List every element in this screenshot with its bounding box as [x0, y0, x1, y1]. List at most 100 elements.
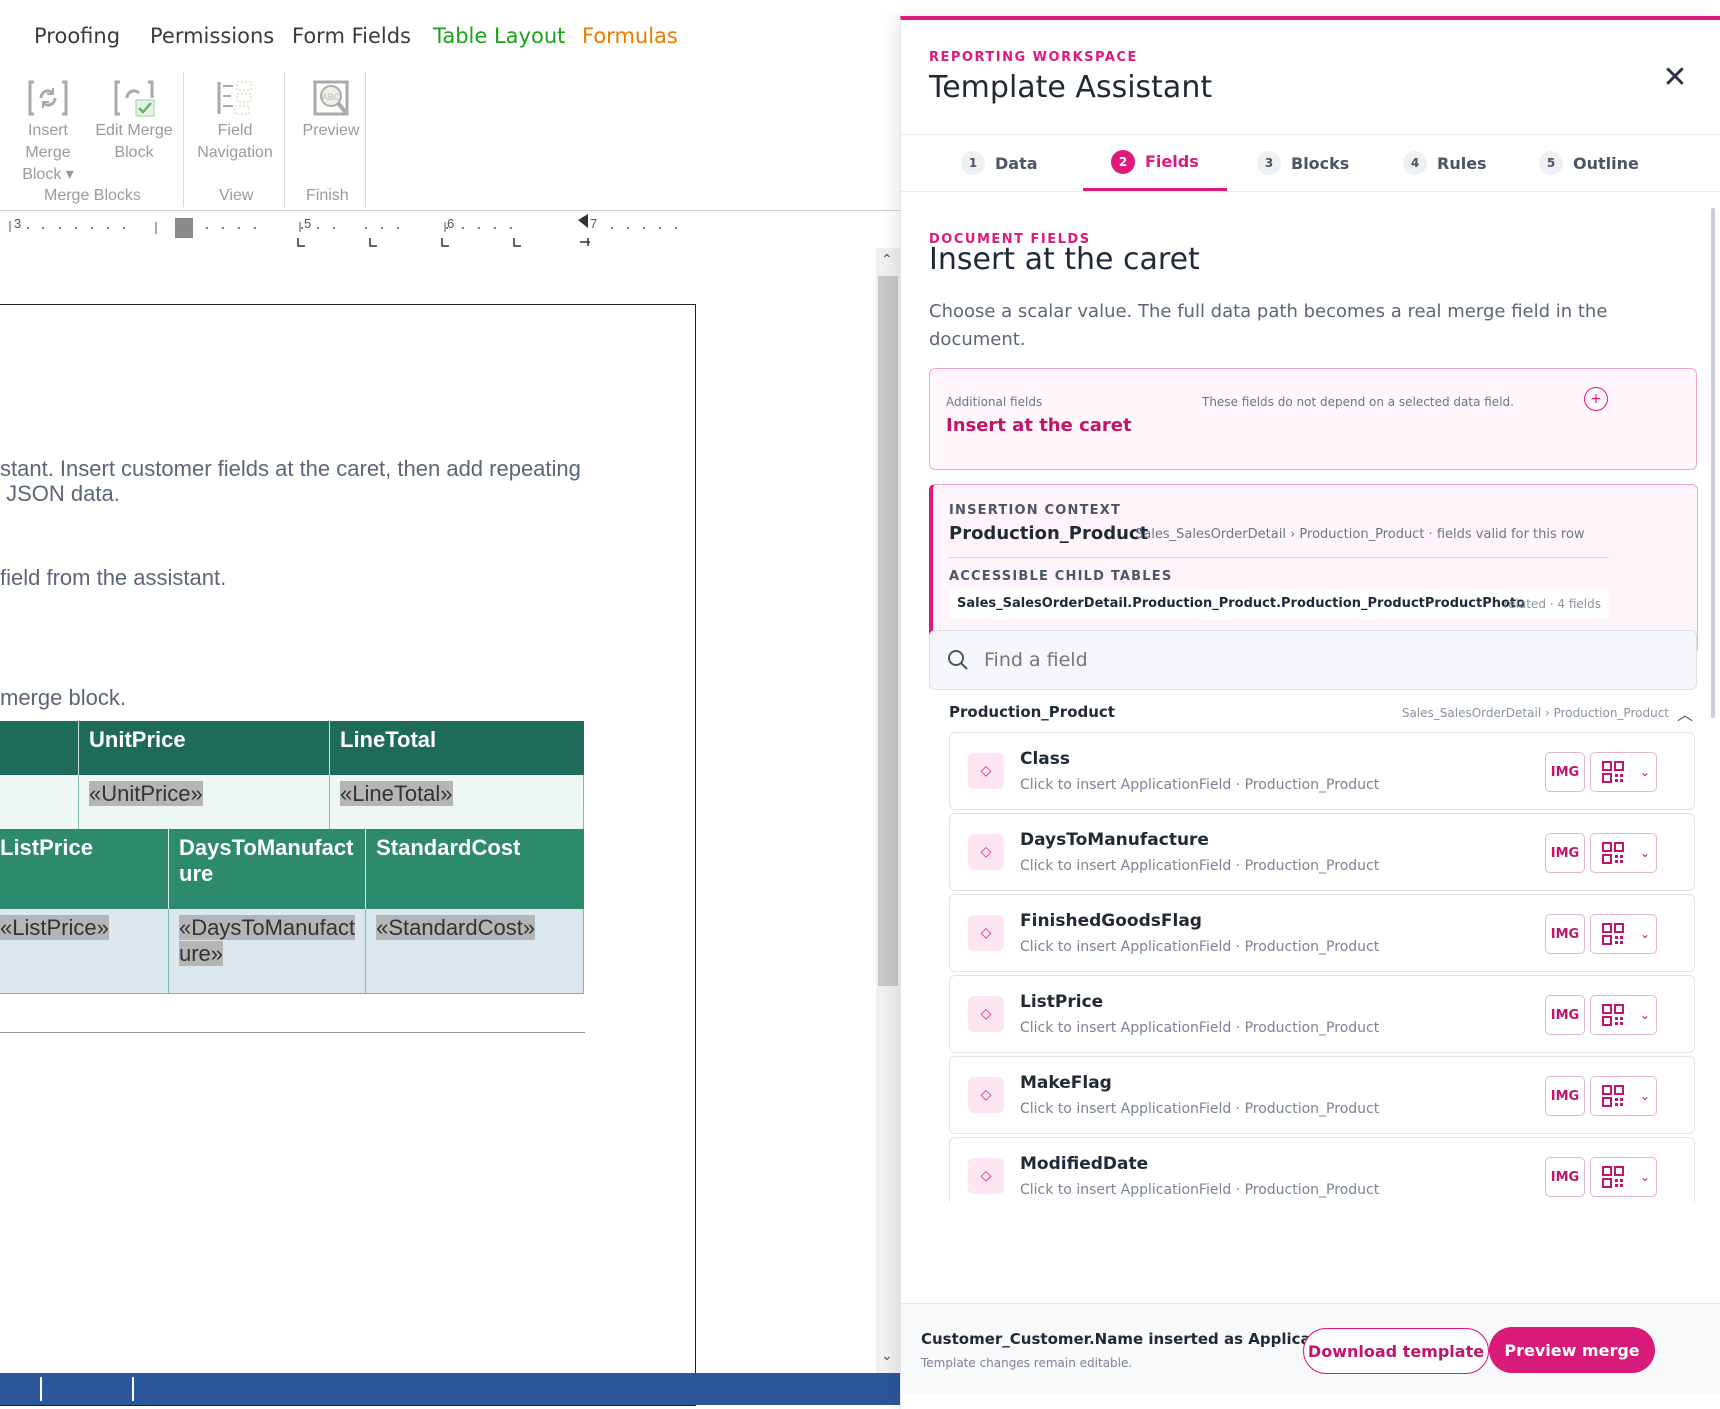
field-search[interactable] [929, 630, 1697, 690]
field-group-path: Sales_SalesOrderDetail › Production_Prod… [1401, 706, 1669, 720]
close-button[interactable]: ✕ [1657, 60, 1693, 96]
download-template-button[interactable]: Download template [1303, 1328, 1489, 1374]
group-merge-blocks: Merge Blocks [44, 187, 141, 204]
group-view: View [219, 187, 254, 204]
scrollbar-thumb[interactable] [878, 276, 898, 986]
insert-image-button[interactable]: IMG [1545, 833, 1585, 873]
insert-image-button[interactable]: IMG [1545, 995, 1585, 1035]
insert-qr-button[interactable] [1590, 995, 1636, 1035]
svg-text:ABC: ABC [322, 92, 341, 102]
field-subtitle: Click to insert ApplicationField · Produ… [1020, 1020, 1380, 1036]
tab-formulas[interactable]: Formulas [582, 24, 678, 48]
merge-field-listprice[interactable]: «ListPrice» [0, 915, 109, 940]
preview-button[interactable]: ABC Preview [296, 78, 366, 142]
merge-table-product[interactable]: ListPrice DaysToManufact ure StandardCos… [0, 829, 584, 994]
field-card-daystomanufacture[interactable]: ◇ DaysToManufacture Click to insert Appl… [949, 813, 1695, 891]
insert-qr-button[interactable] [1590, 833, 1636, 873]
document-scrollbar[interactable]: ⌃ ⌄ [876, 248, 900, 1373]
document-paragraph-3[interactable]: merge block. [0, 685, 126, 710]
chevron-down-icon[interactable]: ⌄ [1634, 914, 1657, 954]
field-navigation-label-2: Navigation [197, 144, 273, 161]
preview-merge-button[interactable]: Preview merge [1489, 1327, 1655, 1373]
merge-table-order-detail[interactable]: UnitPrice LineTotal «UnitPrice» «LineTot… [0, 721, 584, 830]
merge-field-daystomanufacture[interactable]: «DaysToManufact ure» [179, 915, 356, 966]
tab-form-fields[interactable]: Form Fields [292, 24, 411, 48]
insert-at-caret-link[interactable]: Insert at the caret [946, 415, 1132, 436]
step-outline[interactable]: 5 Outline [1539, 135, 1639, 191]
table-cell[interactable]: «DaysToManufact ure» [168, 909, 367, 994]
chevron-down-icon[interactable]: ⌄ [1634, 1076, 1657, 1116]
insert-merge-block-icon [28, 80, 68, 116]
field-card-finishedgoodsflag[interactable]: ◇ FinishedGoodsFlag Click to insert Appl… [949, 894, 1695, 972]
section-title: Insert at the caret [929, 242, 1200, 277]
insert-image-button[interactable]: IMG [1545, 914, 1585, 954]
insert-image-button[interactable]: IMG [1545, 1076, 1585, 1116]
table-cell[interactable]: «ListPrice» [0, 909, 169, 994]
insert-image-button[interactable]: IMG [1545, 752, 1585, 792]
field-card-modifieddate[interactable]: ◇ ModifiedDate Click to insert Applicati… [949, 1137, 1695, 1202]
insert-merge-block-button[interactable]: Insert Merge Block ▾ [4, 78, 92, 186]
ribbon-separator [183, 72, 184, 207]
table-header-cell: DaysToManufact ure [168, 829, 367, 909]
horizontal-ruler[interactable]: 3 5 6 7 [0, 212, 700, 252]
step-blocks[interactable]: 3 Blocks [1257, 135, 1349, 191]
chevron-down-icon[interactable]: ⌄ [1634, 833, 1657, 873]
table-cell[interactable]: «UnitPrice» [78, 775, 330, 830]
scroll-up-icon[interactable]: ⌃ [881, 252, 893, 268]
step-fields[interactable]: 2 Fields [1083, 135, 1227, 191]
merge-field-standardcost[interactable]: «StandardCost» [376, 915, 536, 940]
table-cell[interactable]: «LineTotal» [329, 775, 584, 830]
search-input[interactable] [982, 645, 1666, 675]
qr-code-icon [1602, 1166, 1624, 1188]
tab-proofing[interactable]: Proofing [34, 24, 120, 48]
child-table-row[interactable]: Sales_SalesOrderDetail.Production_Produc… [949, 589, 1609, 619]
group-finish: Finish [306, 187, 349, 204]
field-list: ◇ Class Click to insert ApplicationField… [949, 732, 1695, 1202]
additional-fields-card[interactable]: Additional fields These fields do not de… [929, 368, 1697, 470]
field-group-header[interactable]: Production_Product Sales_SalesOrderDetai… [949, 703, 1695, 727]
field-diamond-icon: ◇ [968, 915, 1004, 951]
status-bar-separator [132, 1377, 134, 1401]
step-data[interactable]: 1 Data [961, 135, 1038, 191]
step-rules[interactable]: 4 Rules [1403, 135, 1487, 191]
document-paragraph-1[interactable]: stant. Insert customer fields at the car… [0, 456, 581, 506]
step-label: Data [995, 153, 1038, 173]
edit-merge-block-button[interactable]: Edit Merge Block [94, 78, 174, 164]
add-field-icon[interactable]: + [1584, 387, 1608, 411]
section-description: Choose a scalar value. The full data pat… [929, 301, 1608, 350]
field-diamond-icon: ◇ [968, 753, 1004, 789]
field-subtitle: Click to insert ApplicationField · Produ… [1020, 777, 1380, 793]
ribbon-separator [365, 72, 366, 207]
tab-table-layout[interactable]: Table Layout [433, 24, 565, 48]
insert-image-button[interactable]: IMG [1545, 1157, 1585, 1197]
chevron-down-icon[interactable]: ⌄ [1634, 752, 1657, 792]
edit-merge-block-icon [114, 80, 155, 117]
context-name: Production_Product [949, 523, 1149, 544]
field-card-makeflag[interactable]: ◇ MakeFlag Click to insert ApplicationFi… [949, 1056, 1695, 1134]
field-card-listprice[interactable]: ◇ ListPrice Click to insert ApplicationF… [949, 975, 1695, 1053]
table-cell[interactable]: «StandardCost» [365, 909, 584, 994]
chevron-down-icon[interactable]: ⌄ [1634, 1157, 1657, 1197]
panel-eyebrow: REPORTING WORKSPACE [929, 50, 1138, 65]
insert-qr-button[interactable] [1590, 1076, 1636, 1116]
insert-qr-button[interactable] [1590, 752, 1636, 792]
table-row: «ListPrice» «DaysToManufact ure» «Standa… [0, 909, 584, 994]
paragraph-1-line-2: JSON data. [0, 481, 120, 506]
insert-qr-button[interactable] [1590, 1157, 1636, 1197]
chevron-up-icon[interactable]: ︿ [1677, 701, 1693, 725]
footer-status: Customer_Customer.Name inserted as Appli… [921, 1330, 1351, 1348]
table-cell[interactable] [0, 775, 79, 830]
merge-field-unitprice[interactable]: «UnitPrice» [89, 781, 203, 806]
field-navigation-button[interactable]: Field Navigation [194, 78, 276, 164]
tab-permissions[interactable]: Permissions [150, 24, 274, 48]
document-paragraph-2[interactable]: field from the assistant. [0, 565, 226, 590]
scroll-down-icon[interactable]: ⌄ [881, 1348, 893, 1364]
field-card-class[interactable]: ◇ Class Click to insert ApplicationField… [949, 732, 1695, 810]
qr-code-icon [1602, 1085, 1624, 1107]
field-name: FinishedGoodsFlag [1020, 911, 1202, 931]
merge-field-linetotal[interactable]: «LineTotal» [340, 781, 453, 806]
insert-qr-button[interactable] [1590, 914, 1636, 954]
table-row: «UnitPrice» «LineTotal» [0, 775, 584, 830]
chevron-down-icon[interactable]: ⌄ [1634, 995, 1657, 1035]
panel-scrollbar[interactable] [1711, 208, 1715, 718]
